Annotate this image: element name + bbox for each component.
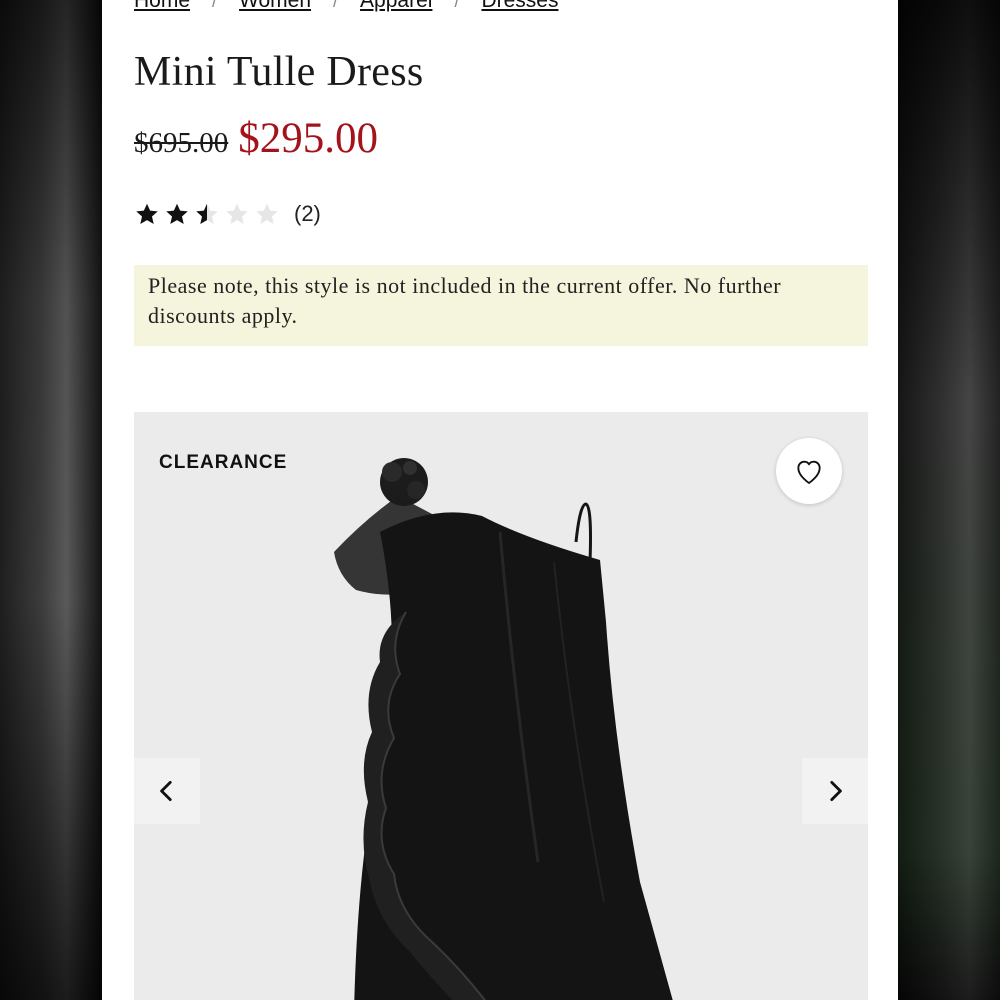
breadcrumb-separator: /: [333, 0, 339, 11]
wishlist-button[interactable]: [776, 438, 842, 504]
star-full-icon: [164, 198, 192, 230]
rating-stars: [134, 198, 282, 230]
star-empty-icon: [254, 198, 282, 230]
star-full-icon: [134, 198, 162, 230]
offer-notice: Please note, this style is not included …: [134, 265, 868, 346]
next-image-button[interactable]: [802, 758, 868, 824]
price-row: $695.00 $295.00: [134, 114, 378, 163]
background-right-blur: [898, 0, 1000, 1000]
product-page: Home / Women / Apparel / Dresses Mini Tu…: [102, 0, 898, 1000]
heart-icon: [797, 460, 821, 484]
breadcrumb-women[interactable]: Women: [239, 0, 311, 13]
breadcrumb-dresses[interactable]: Dresses: [481, 0, 558, 13]
original-price: $695.00: [134, 127, 229, 159]
previous-image-button[interactable]: [134, 758, 200, 824]
product-title: Mini Tulle Dress: [134, 49, 424, 95]
breadcrumb-apparel[interactable]: Apparel: [360, 0, 432, 13]
product-rating[interactable]: (2): [134, 198, 321, 230]
breadcrumb-home[interactable]: Home: [134, 0, 190, 13]
background-left-blur: [0, 0, 102, 1000]
star-half-icon: [194, 198, 222, 230]
star-empty-icon: [224, 198, 252, 230]
breadcrumb-separator: /: [212, 0, 218, 11]
breadcrumb: Home / Women / Apparel / Dresses: [134, 0, 558, 16]
chevron-right-icon: [830, 780, 842, 802]
chevron-left-icon: [160, 780, 172, 802]
breadcrumb-separator: /: [454, 0, 460, 11]
product-image-gallery[interactable]: CLEARANCE: [134, 412, 868, 1000]
sale-price: $295.00: [238, 115, 378, 162]
product-image: [334, 458, 673, 1000]
review-count[interactable]: (2): [294, 201, 321, 227]
clearance-badge: CLEARANCE: [159, 452, 288, 473]
